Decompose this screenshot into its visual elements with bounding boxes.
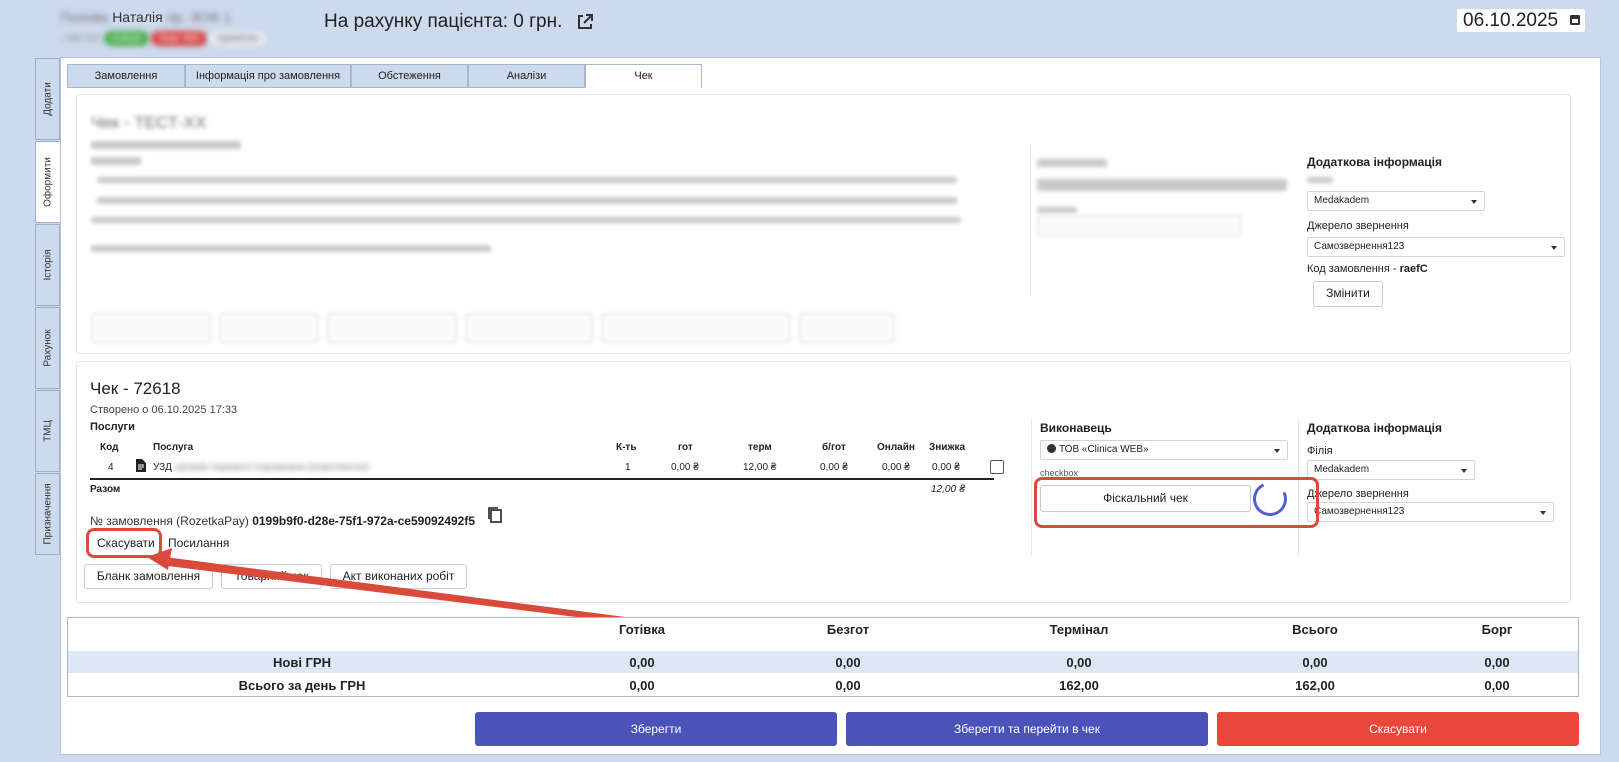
status-badge-green: статус — [103, 31, 150, 46]
row-checkbox[interactable] — [990, 460, 1004, 474]
source-select[interactable]: Самозвернення123 — [1307, 502, 1554, 522]
patient-balance: На рахунку пацієнта: 0 грн. — [324, 11, 594, 33]
col-cash: гот — [678, 442, 693, 453]
side-tab-checkout[interactable]: Оформити — [35, 141, 60, 223]
services-label: Послуги — [90, 421, 135, 433]
row-service: УЗД органів черевної порожнини (комплекс… — [153, 462, 370, 473]
blurred-change-button[interactable]: Змінити — [1313, 281, 1383, 307]
status-badge-red: борг 000 — [151, 31, 208, 46]
tab-order-info[interactable]: Інформація про замовлення — [185, 64, 351, 88]
col-terminal: терм — [748, 442, 772, 453]
chevron-down-icon — [1274, 449, 1280, 453]
executor-label: Виконавець — [1040, 421, 1112, 435]
col-code: Код — [100, 442, 119, 453]
row-online: 0,00 ₴ — [882, 462, 910, 473]
chevron-down-icon — [1540, 511, 1546, 515]
summary-row-day-total: Всього за день ГРН 0,00 0,00 162,00 162,… — [238, 678, 1510, 693]
balance-text: На рахунку пацієнта: 0 грн. — [324, 11, 563, 32]
status-badge-plain: примітка — [209, 31, 266, 46]
total-label: Разом — [90, 484, 121, 495]
highlight-fiscal-area — [1034, 477, 1319, 528]
blurred-order-code: Код замовлення - raefC — [1307, 263, 1428, 275]
side-tabs: Додати Оформити Історія Рахунок ТМЦ Приз… — [35, 58, 60, 556]
source-label: Джерело звернення — [1307, 488, 1409, 500]
summary-table: Готівка Безгот Термінал Всього Борг Нові… — [67, 617, 1579, 697]
save-button[interactable]: Зберегти — [475, 712, 837, 746]
side-tab-add[interactable]: Додати — [35, 58, 60, 140]
branch-label: Філія — [1307, 445, 1333, 457]
summary-row-new: Нові ГРН 0,00 0,00 0,00 0,00 0,00 — [68, 651, 1578, 673]
patient-surname-blurred: Попова — [60, 9, 109, 25]
order-number: № замовлення (RozetkaPay) 0199b9f0-d28e-… — [90, 514, 476, 528]
additional-info-label: Додаткова інформація — [1307, 421, 1442, 435]
row-cash: 0,00 ₴ — [671, 462, 699, 473]
blurred-source-select[interactable]: Самозвернення123 — [1307, 237, 1565, 257]
side-tab-invoice[interactable]: Рахунок — [35, 307, 60, 389]
top-tabs: Замовлення Інформація про замовлення Обс… — [67, 64, 702, 88]
row-code: 4 — [108, 462, 114, 473]
tab-orders[interactable]: Замовлення — [67, 64, 185, 88]
date-value: 06.10.2025 — [1463, 10, 1559, 31]
work-act-button[interactable]: Акт виконаних робіт — [330, 564, 467, 589]
copy-icon[interactable] — [487, 506, 503, 524]
row-discount: 0,00 ₴ — [932, 462, 960, 473]
sales-receipt-button[interactable]: Товарний чек — [221, 564, 322, 589]
row-qty: 1 — [625, 462, 631, 473]
patient-badges: +380 000 статус борг 000 примітка — [60, 31, 266, 46]
highlight-cancel-link — [86, 528, 162, 558]
date-picker[interactable]: 06.10.2025 — [1457, 9, 1585, 32]
col-qty: К-ть — [616, 442, 637, 453]
chevron-down-icon — [1471, 200, 1477, 204]
blurred-additional-info-label: Додаткова інформація — [1307, 155, 1442, 169]
payment-link[interactable]: Посилання — [168, 536, 229, 550]
patient-details-blurred: пр. ЗОФ 1 — [166, 9, 232, 25]
external-link-icon[interactable] — [576, 13, 594, 31]
patient-name: Попова Наталія пр. ЗОФ 1 — [60, 9, 231, 25]
tab-examinations[interactable]: Обстеження — [351, 64, 468, 88]
blurred-check-title: Чек - ТЕСТ-ХХ — [91, 113, 207, 132]
order-form-button[interactable]: Бланк замовлення — [84, 564, 213, 589]
previous-check-card: Чек - ТЕСТ-ХХ Додаткова інформація Medak… — [76, 94, 1571, 354]
save-and-go-to-check-button[interactable]: Зберегти та перейти в чек — [846, 712, 1208, 746]
side-tab-goods[interactable]: ТМЦ — [35, 390, 60, 472]
check-created: Створено о 06.10.2025 17:33 — [90, 404, 238, 416]
row-terminal: 12,00 ₴ — [743, 462, 777, 473]
patient-phone-blurred: +380 000 — [62, 33, 100, 43]
chevron-down-icon — [1461, 469, 1467, 473]
blurred-branch-select[interactable]: Medakadem — [1307, 191, 1485, 211]
col-noncash: б/гот — [822, 442, 846, 453]
service-name-blurred: органів черевної порожнини (комплексне) — [174, 462, 370, 473]
blurred-source-label: Джерело звернення — [1307, 220, 1409, 232]
total-value: 12,00 ₴ — [931, 484, 966, 495]
col-service: Послуга — [153, 442, 194, 453]
check-title: Чек - 72618 — [90, 379, 181, 398]
check-circle-icon — [1047, 444, 1056, 453]
patient-first-name: Наталія — [112, 9, 163, 25]
tab-analyses[interactable]: Аналізи — [468, 64, 585, 88]
tab-check[interactable]: Чек — [585, 64, 702, 88]
table-divider — [90, 478, 994, 480]
col-online: Онлайн — [877, 442, 915, 453]
row-noncash: 0,00 ₴ — [820, 462, 848, 473]
branch-select[interactable]: Medakadem — [1307, 460, 1475, 480]
column-divider — [1031, 419, 1032, 556]
chevron-down-icon — [1551, 246, 1557, 250]
summary-header-row: Готівка Безгот Термінал Всього Борг — [618, 622, 1513, 637]
side-tab-history[interactable]: Історія — [35, 224, 60, 306]
executor-select[interactable]: ТОВ «Clinica WEB» — [1040, 440, 1288, 460]
document-icon — [136, 459, 146, 472]
cancel-button[interactable]: Скасувати — [1217, 712, 1579, 746]
col-discount: Знижка — [929, 442, 966, 453]
side-tab-prescriptions[interactable]: Призначення — [35, 473, 60, 555]
calendar-icon[interactable] — [1570, 15, 1580, 25]
